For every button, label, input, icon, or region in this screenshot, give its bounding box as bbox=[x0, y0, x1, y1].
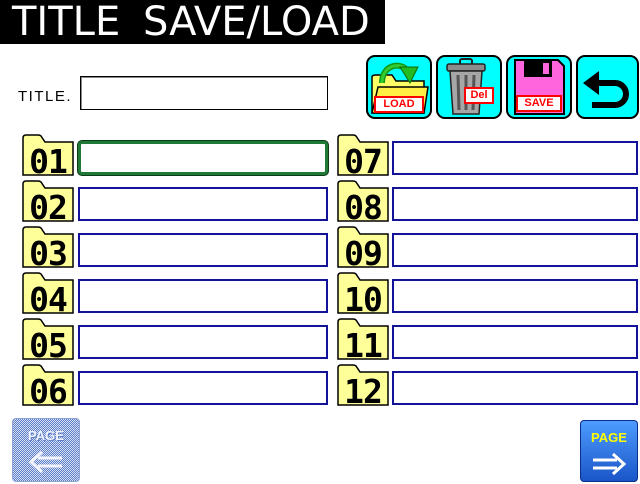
slot-07-number: 07 bbox=[344, 142, 383, 181]
slot-04: 04 bbox=[22, 272, 328, 319]
slot-03: 03 bbox=[22, 226, 328, 273]
slot-04-tab[interactable]: 04 bbox=[22, 272, 74, 319]
next-page-label: PAGE bbox=[591, 430, 627, 445]
slot-03-number: 03 bbox=[29, 234, 68, 273]
slot-11-tab[interactable]: 11 bbox=[337, 318, 389, 365]
slot-11: 11 bbox=[337, 318, 638, 365]
slot-11-number: 11 bbox=[344, 326, 383, 365]
slot-02-title-field[interactable] bbox=[78, 187, 328, 221]
title-field-label: TITLE. bbox=[18, 88, 73, 105]
slot-08-tab[interactable]: 08 bbox=[337, 180, 389, 227]
slot-05-tab[interactable]: 05 bbox=[22, 318, 74, 365]
slot-07: 07 bbox=[337, 134, 638, 181]
slot-01-title-field[interactable] bbox=[78, 141, 328, 175]
slot-06-tab[interactable]: 06 bbox=[22, 364, 74, 411]
load-button[interactable]: LOAD bbox=[366, 55, 432, 119]
slot-06-number: 06 bbox=[29, 372, 68, 411]
slot-04-title-field[interactable] bbox=[78, 279, 328, 313]
slot-09-number: 09 bbox=[344, 234, 383, 273]
delete-button[interactable]: Del bbox=[436, 55, 502, 119]
slot-06: 06 bbox=[22, 364, 328, 411]
return-arrow-icon bbox=[583, 71, 629, 108]
title-input[interactable] bbox=[80, 76, 328, 110]
slot-06-title-field[interactable] bbox=[78, 371, 328, 405]
slot-10-tab[interactable]: 10 bbox=[337, 272, 389, 319]
slot-12-number: 12 bbox=[344, 372, 383, 411]
previous-page-button[interactable]: PAGE bbox=[12, 418, 80, 482]
back-button[interactable] bbox=[576, 55, 639, 119]
slot-05: 05 bbox=[22, 318, 328, 365]
slot-05-number: 05 bbox=[29, 326, 68, 365]
slot-02: 02 bbox=[22, 180, 328, 227]
next-page-button[interactable]: PAGE bbox=[580, 420, 638, 482]
slot-07-title-field[interactable] bbox=[392, 141, 638, 175]
title-save-load-screen: TITLE SAVE/LOAD TITLE. LOAD Del SAVE 01 … bbox=[0, 0, 640, 484]
slot-08-title-field[interactable] bbox=[392, 187, 638, 221]
slot-12-title-field[interactable] bbox=[392, 371, 638, 405]
slot-09-title-field[interactable] bbox=[392, 233, 638, 267]
delete-label: Del bbox=[464, 87, 494, 104]
slot-12: 12 bbox=[337, 364, 638, 411]
previous-page-label: PAGE bbox=[28, 428, 64, 443]
slot-01: 01 bbox=[22, 134, 328, 181]
double-arrow-left-icon bbox=[28, 450, 62, 474]
slot-10: 10 bbox=[337, 272, 638, 319]
page-title: TITLE SAVE/LOAD bbox=[0, 0, 385, 44]
slot-03-title-field[interactable] bbox=[78, 233, 328, 267]
slot-02-number: 02 bbox=[29, 188, 68, 227]
slot-07-tab[interactable]: 07 bbox=[337, 134, 389, 181]
load-label: LOAD bbox=[374, 96, 424, 113]
slot-10-number: 10 bbox=[344, 280, 383, 319]
slot-03-tab[interactable]: 03 bbox=[22, 226, 74, 273]
slot-08: 08 bbox=[337, 180, 638, 227]
slot-08-number: 08 bbox=[344, 188, 383, 227]
slot-11-title-field[interactable] bbox=[392, 325, 638, 359]
slot-12-tab[interactable]: 12 bbox=[337, 364, 389, 411]
save-button[interactable]: SAVE bbox=[506, 55, 572, 119]
save-label: SAVE bbox=[516, 95, 562, 112]
slot-04-number: 04 bbox=[29, 280, 68, 319]
slot-05-title-field[interactable] bbox=[78, 325, 328, 359]
slot-09: 09 bbox=[337, 226, 638, 273]
slot-01-tab[interactable]: 01 bbox=[22, 134, 74, 181]
slot-09-tab[interactable]: 09 bbox=[337, 226, 389, 273]
slot-02-tab[interactable]: 02 bbox=[22, 180, 74, 227]
slot-10-title-field[interactable] bbox=[392, 279, 638, 313]
double-arrow-right-icon bbox=[593, 452, 627, 476]
slot-01-number: 01 bbox=[29, 142, 68, 181]
